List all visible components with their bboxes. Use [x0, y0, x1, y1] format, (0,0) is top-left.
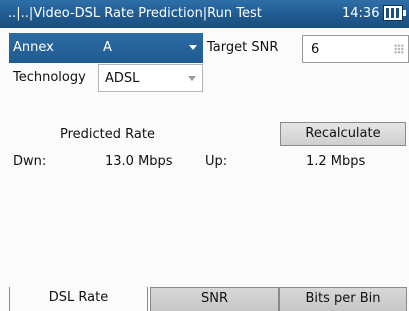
chevron-down-icon	[189, 45, 197, 50]
target-snr-label: Target SNR	[207, 40, 279, 55]
tab-bar: DSL Rate SNR Bits per Bin	[0, 287, 409, 311]
target-snr-value: 6	[311, 42, 320, 57]
recalculate-button[interactable]: Recalculate	[280, 122, 406, 146]
down-rate-value: 13.0 Mbps	[105, 154, 173, 169]
annex-value: A	[103, 40, 112, 55]
up-rate-value: 1.2 Mbps	[306, 154, 366, 169]
target-snr-input[interactable]: 6	[302, 35, 409, 63]
battery-icon	[383, 5, 406, 21]
tab-snr[interactable]: SNR	[150, 287, 279, 311]
technology-select[interactable]: ADSL	[98, 64, 203, 92]
window-title: ..|..|Video-DSL Rate Prediction|Run Test	[8, 6, 262, 21]
technology-value: ADSL	[105, 71, 140, 86]
tab-dsl-rate[interactable]: DSL Rate	[9, 287, 148, 311]
annex-label: Annex	[13, 40, 54, 55]
clock: 14:36	[342, 6, 380, 21]
title-bar: ..|..|Video-DSL Rate Prediction|Run Test…	[0, 0, 409, 28]
down-label: Dwn:	[13, 154, 47, 169]
technology-label: Technology	[13, 70, 86, 85]
up-label: Up:	[205, 154, 228, 169]
tab-bits-per-bin[interactable]: Bits per Bin	[279, 287, 407, 311]
chevron-down-icon	[188, 76, 196, 81]
keypad-icon[interactable]	[394, 44, 404, 54]
predicted-rate-heading: Predicted Rate	[60, 127, 155, 142]
annex-select[interactable]: A	[95, 33, 203, 63]
